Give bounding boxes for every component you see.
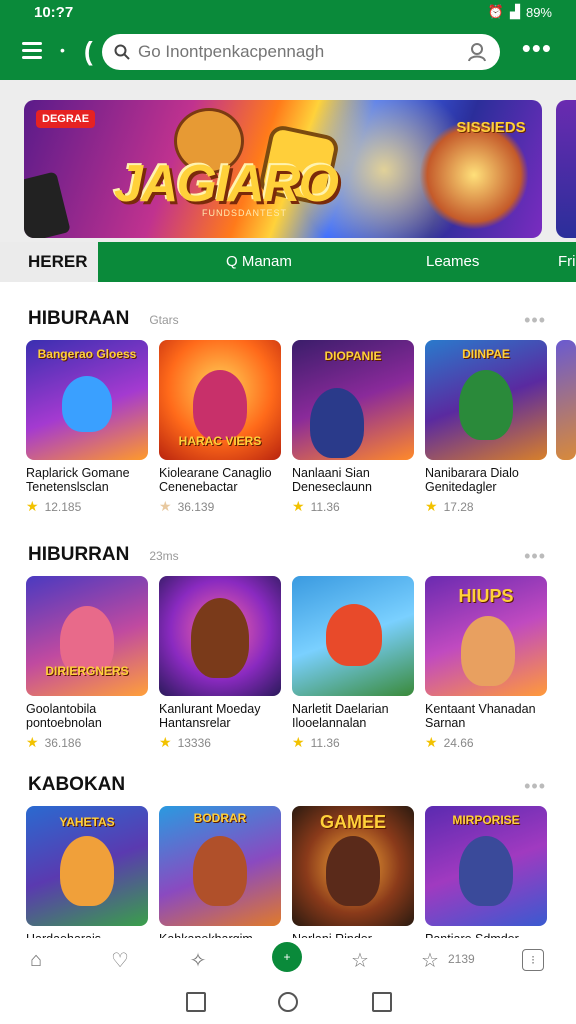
recents-button[interactable]	[186, 992, 206, 1012]
section-subtitle: 23ms	[149, 549, 179, 563]
game-card[interactable]: HARAC VIERS Kiolearane Canaglio Ceneneba…	[159, 340, 281, 515]
game-title: Raplarick Gomane Tenetenslsclan	[26, 466, 130, 494]
game-rating: ★ 36.186	[26, 734, 82, 750]
heroes-illustration	[419, 120, 529, 230]
game-rating: ★ 36.139	[159, 498, 215, 514]
game-card-peek[interactable]	[556, 340, 576, 460]
alarm-icon: ⏰	[487, 4, 504, 19]
app-bar: • ( •••	[0, 28, 576, 76]
next-banner-peek[interactable]	[556, 100, 576, 238]
star-icon: ★	[159, 734, 172, 750]
game-rating: ★ 24.66	[425, 734, 474, 750]
game-thumbnail: HARAC VIERS	[159, 340, 281, 460]
game-thumbnail: YAHETAS	[26, 806, 148, 926]
star-nav-icon[interactable]: ☆	[416, 946, 444, 974]
game-title: Narletit Daelarian Ilooelannalan	[292, 702, 389, 730]
bottom-navigation: ⌂ ♡ ✧ + ☆ ☆ 2139 ⁝	[0, 938, 576, 980]
battery-level: 89%	[525, 4, 552, 20]
section-title: HIBURAAN	[28, 308, 130, 329]
game-title: Nanibarara Dialo Genitedagler	[425, 466, 519, 494]
game-card[interactable]: DIINPAE Nanibarara Dialo Genitedagler ★ 1…	[425, 340, 547, 515]
game-card[interactable]: Bangerao Gloess Raplarick Gomane Teneten…	[26, 340, 148, 515]
hero-title: JAGIARO	[114, 155, 339, 213]
game-rating: ★ 12.185	[26, 498, 82, 514]
game-thumbnail: DIOPANIE	[292, 340, 414, 460]
search-bar[interactable]	[102, 34, 500, 70]
section-more-button[interactable]: •••	[524, 546, 546, 567]
game-card[interactable]: DIOPANIE Nanlaani Sian Deneseclaunn ★ 11.…	[292, 340, 414, 515]
hero-secondary-logo: SISSIEDS	[456, 119, 526, 136]
game-title: Nanlaani Sian Deneseclaunn	[292, 466, 372, 494]
star-icon: ★	[292, 734, 305, 750]
category-tabs: HERER Q Manam Leames Fri	[0, 242, 576, 282]
star-icon: ★	[425, 734, 438, 750]
star-icon: ★	[425, 498, 438, 514]
section-title: HIBURRAN	[28, 544, 130, 565]
game-thumbnail: HIUPS	[425, 576, 547, 696]
game-thumbnail: DIINPAE	[425, 340, 547, 460]
brand-logo-icon: (	[84, 36, 93, 66]
hero-banner[interactable]: DEGRAE JAGIARO FUNDSDANTEST SISSIEDS	[24, 100, 542, 238]
section-subtitle: Gtars	[149, 313, 179, 327]
game-thumbnail: MIRPORISE	[425, 806, 547, 926]
brand-dot-icon: •	[60, 42, 65, 58]
home-icon[interactable]: ⌂	[22, 946, 50, 974]
tab-leames[interactable]: Leames	[426, 253, 479, 270]
back-button[interactable]	[372, 992, 392, 1012]
game-thumbnail	[292, 576, 414, 696]
game-thumbnail: DIRIERGNERS	[26, 576, 148, 696]
game-thumbnail: BODRAR	[159, 806, 281, 926]
game-thumbnail: Bangerao Gloess	[26, 340, 148, 460]
nav-count: 2139	[448, 952, 475, 966]
game-title: Kiolearane Canaglio Cenenebactar	[159, 466, 272, 494]
tab-fri[interactable]: Fri	[558, 253, 576, 270]
status-bar: 10:?7 ⏰ ▟ 89%	[0, 0, 576, 26]
section-title: KABOKAN	[28, 774, 126, 795]
game-thumbnail	[159, 576, 281, 696]
home-button[interactable]	[278, 992, 298, 1012]
system-navigation	[0, 980, 576, 1024]
status-icons: ⏰ ▟ 89%	[488, 4, 552, 20]
menu-button[interactable]	[22, 38, 52, 66]
profile-icon[interactable]	[466, 41, 488, 63]
game-card[interactable]: Kanlurant Moeday Hantansrelar ★ 13336	[159, 576, 281, 751]
search-input[interactable]	[138, 42, 466, 62]
phone-illustration	[24, 171, 71, 238]
star-icon: ★	[26, 498, 39, 514]
signal-icon: ▟	[509, 4, 520, 19]
tab-strip: Q Manam Leames Fri	[100, 242, 576, 282]
top-app-bar: 10:?7 ⏰ ▟ 89% • ( •••	[0, 0, 576, 80]
game-rating: ★ 17.28	[425, 498, 474, 514]
game-row: Bangerao Gloess Raplarick Gomane Teneten…	[26, 340, 576, 530]
game-rating: ★ 13336	[159, 734, 211, 750]
game-row: DIRIERGNERS Goolantobila pontoebnolan ★ 3…	[26, 576, 576, 766]
star-icon: ★	[159, 498, 172, 514]
games-icon[interactable]: ☆	[346, 946, 374, 974]
section-more-button[interactable]: •••	[524, 310, 546, 331]
profile-nav-icon[interactable]: ⁝	[522, 949, 544, 971]
hero-badge: DEGRAE	[36, 110, 96, 128]
search-icon	[114, 44, 130, 60]
hero-area: DEGRAE JAGIARO FUNDSDANTEST SISSIEDS HER…	[0, 80, 576, 282]
tab-manam[interactable]: Q Manam	[226, 253, 292, 270]
more-options-button[interactable]: •••	[522, 35, 552, 61]
star-icon: ★	[26, 734, 39, 750]
hero-subtitle: FUNDSDANTEST	[202, 208, 288, 218]
game-title: Kanlurant Moeday Hantansrelar	[159, 702, 261, 730]
game-card[interactable]: DIRIERGNERS Goolantobila pontoebnolan ★ 3…	[26, 576, 148, 751]
game-title: Goolantobila pontoebnolan	[26, 702, 102, 730]
game-card[interactable]: Narletit Daelarian Ilooelannalan ★ 11.36	[292, 576, 414, 751]
section-more-button[interactable]: •••	[524, 776, 546, 797]
game-rating: ★ 11.36	[292, 734, 340, 750]
add-button[interactable]: +	[272, 942, 302, 972]
tab-herer[interactable]: HERER	[0, 242, 100, 282]
star-icon: ★	[292, 498, 305, 514]
status-time: 10:?7	[34, 4, 74, 21]
explore-icon[interactable]: ✧	[184, 946, 212, 974]
game-title: Kentaant Vhanadan Sarnan	[425, 702, 536, 730]
game-card[interactable]: HIUPS Kentaant Vhanadan Sarnan ★ 24.66	[425, 576, 547, 751]
game-thumbnail: GAMEE	[292, 806, 414, 926]
favorites-icon[interactable]: ♡	[106, 946, 134, 974]
game-rating: ★ 11.36	[292, 498, 340, 514]
